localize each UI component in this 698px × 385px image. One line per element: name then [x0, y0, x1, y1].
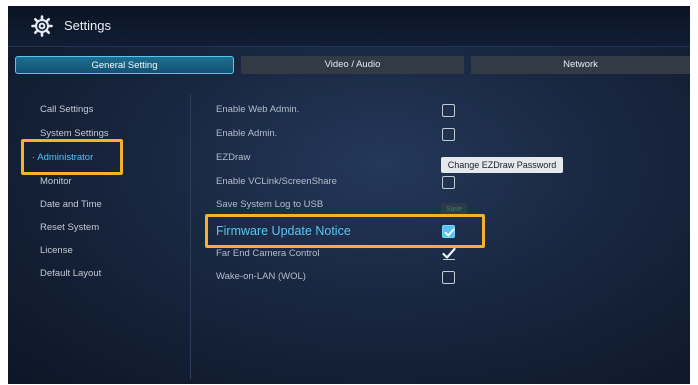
check-icon	[442, 247, 456, 260]
setting-label-ezdraw: EZDraw	[216, 152, 251, 163]
firmware-update-highlight-box	[205, 214, 485, 248]
window-title: Settings	[64, 18, 111, 33]
tab-network[interactable]: Network	[471, 56, 690, 74]
setting-label-far-end-camera-control: Far End Camera Control	[216, 248, 320, 259]
wake-on-lan-checkbox[interactable]	[442, 271, 455, 284]
settings-screen: Settings General Setting Video / Audio N…	[8, 6, 690, 384]
sidebar-item-reset-system[interactable]: Reset System	[40, 221, 99, 235]
sidebar-item-monitor[interactable]: Monitor	[40, 175, 72, 189]
sidebar-item-default-layout[interactable]: Default Layout	[40, 267, 101, 281]
enable-vclink-checkbox[interactable]	[442, 176, 455, 189]
tab-bar: General Setting Video / Audio Network	[8, 56, 690, 74]
tab-general-setting[interactable]: General Setting	[15, 56, 234, 74]
far-end-camera-control-checkbox[interactable]	[442, 247, 456, 260]
title-bar: Settings	[8, 6, 690, 47]
sidebar-divider	[190, 94, 191, 379]
sidebar-item-license[interactable]: License	[40, 244, 73, 258]
setting-label-wake-on-lan: Wake-on-LAN (WOL)	[216, 271, 306, 282]
gear-icon	[31, 15, 53, 37]
setting-label-enable-vclink: Enable VCLink/ScreenShare	[216, 176, 337, 187]
tab-video-audio[interactable]: Video / Audio	[241, 56, 464, 74]
enable-admin-checkbox[interactable]	[442, 128, 455, 141]
change-ezdraw-password-button[interactable]: Change EZDraw Password	[441, 157, 563, 173]
enable-web-admin-checkbox[interactable]	[442, 104, 455, 117]
setting-label-enable-admin: Enable Admin.	[216, 128, 278, 139]
setting-label-enable-web-admin: Enable Web Admin.	[216, 104, 300, 115]
administrator-highlight-box	[21, 139, 123, 175]
sidebar-item-date-and-time[interactable]: Date and Time	[40, 198, 102, 212]
sidebar-item-call-settings[interactable]: Call Settings	[40, 103, 93, 117]
setting-label-save-system-log: Save System Log to USB	[216, 199, 324, 210]
